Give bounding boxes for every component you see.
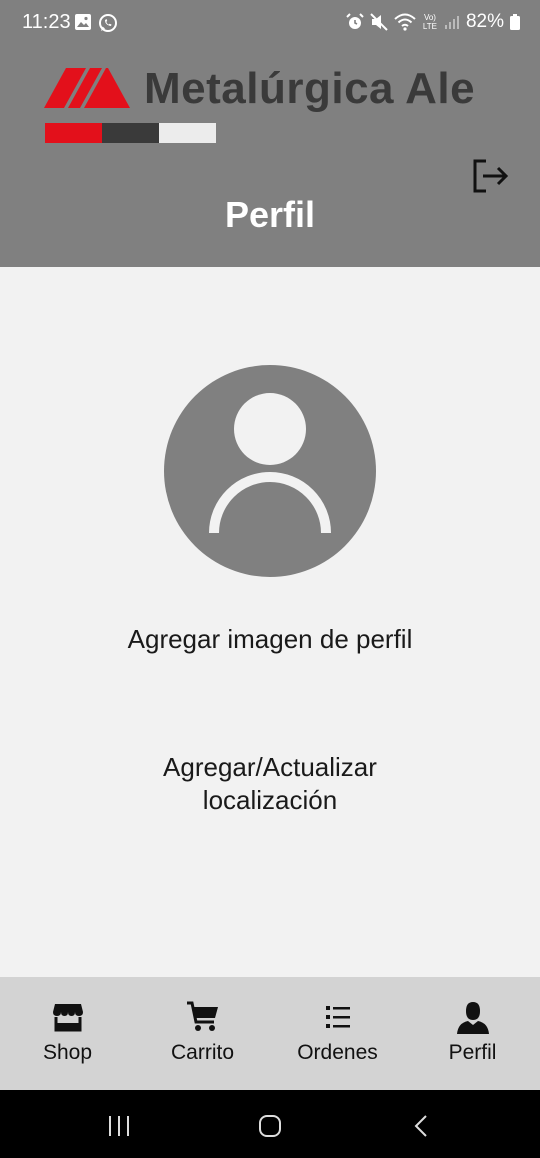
header: Metalúrgica Ale Perfil: [0, 46, 540, 267]
nav-ordenes[interactable]: Ordenes: [270, 977, 405, 1090]
brand-name: Metalúrgica Ale: [144, 64, 476, 113]
logo-color-bars: [45, 123, 216, 143]
alarm-icon: [346, 13, 364, 29]
brand-logo: Metalúrgica Ale: [44, 64, 504, 148]
nav-shop-label: Shop: [42, 1041, 93, 1064]
whatsapp-icon: [99, 14, 117, 32]
cart-icon: [185, 999, 221, 1035]
logo-mark-icon: [44, 68, 130, 108]
page-title: Perfil: [224, 194, 316, 235]
mute-icon: [370, 13, 388, 31]
nav-perfil-label: Perfil: [448, 1041, 497, 1064]
status-bar: 11:23 Vo) LTE 82%: [0, 0, 540, 46]
back-icon[interactable]: [410, 1114, 434, 1138]
nav-ordenes-label: Ordenes: [297, 1041, 378, 1064]
wifi-icon: [394, 13, 416, 31]
nav-shop[interactable]: Shop: [0, 977, 135, 1090]
logout-button[interactable]: [472, 158, 510, 194]
home-icon[interactable]: [258, 1114, 282, 1138]
bottom-nav: Shop Carrito Ordenes Perfil: [0, 977, 540, 1090]
status-right: Vo) LTE 82%: [346, 11, 520, 33]
profile-avatar[interactable]: [164, 365, 376, 577]
nav-perfil[interactable]: Perfil: [405, 977, 540, 1090]
add-profile-image-button[interactable]: Agregar imagen de perfil: [100, 623, 440, 656]
status-time: 11:23: [22, 11, 71, 33]
nav-carrito[interactable]: Carrito: [135, 977, 270, 1090]
system-nav-bar: [0, 1090, 540, 1158]
network-label: Vo) LTE: [422, 13, 437, 31]
signal-icon: [444, 16, 459, 29]
gallery-icon: [75, 14, 91, 30]
person-icon: [455, 999, 491, 1035]
store-icon: [50, 999, 86, 1035]
list-icon: [320, 999, 356, 1035]
battery-percent: 82%: [465, 11, 504, 32]
update-location-button[interactable]: Agregar/Actualizar localización: [100, 751, 440, 817]
notification-icons: [74, 13, 118, 33]
nav-carrito-label: Carrito: [170, 1041, 234, 1064]
person-icon: [164, 365, 376, 577]
logout-icon: [473, 159, 509, 193]
battery-icon: [510, 14, 520, 30]
recent-apps-icon[interactable]: [107, 1114, 131, 1138]
